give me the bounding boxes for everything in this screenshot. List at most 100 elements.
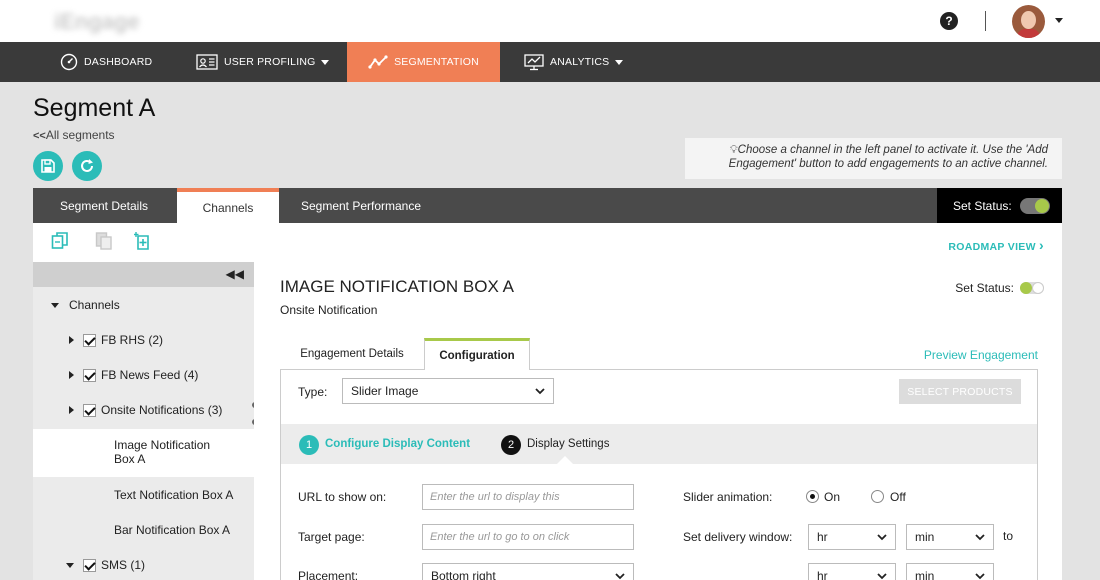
caret-right-icon[interactable] bbox=[69, 336, 74, 344]
caret-down-icon[interactable] bbox=[66, 562, 74, 568]
type-select-value: Slider Image bbox=[351, 384, 419, 398]
copy-icon[interactable] bbox=[51, 231, 69, 251]
select-products-button[interactable]: SELECT PRODUCTS bbox=[899, 379, 1021, 404]
trend-line-icon bbox=[368, 55, 388, 69]
segment-tabs: Segment Details Channels Segment Perform… bbox=[33, 188, 1062, 223]
step-2-number[interactable]: 2 bbox=[501, 435, 521, 455]
step-pointer bbox=[557, 456, 573, 464]
selection-pointer bbox=[238, 438, 250, 458]
chevron-down-icon bbox=[877, 573, 887, 580]
refresh-button[interactable] bbox=[72, 151, 102, 181]
nav-item-user-profiling[interactable]: USER PROFILING bbox=[196, 42, 330, 82]
tree-item-bar-notification-box-a[interactable]: Bar Notification Box A bbox=[33, 522, 254, 538]
save-button[interactable] bbox=[33, 151, 63, 181]
save-icon bbox=[41, 159, 55, 173]
double-chevron-left-icon: << bbox=[33, 130, 46, 142]
url-input[interactable]: Enter the url to display this bbox=[422, 484, 634, 510]
nav-label: ANALYTICS bbox=[550, 56, 610, 68]
nav-item-dashboard[interactable]: DASHBOARD bbox=[60, 42, 152, 82]
tab-segment-performance[interactable]: Segment Performance bbox=[283, 188, 439, 223]
nav-item-analytics[interactable]: ANALYTICS bbox=[524, 42, 624, 82]
chevron-right-icon: › bbox=[1039, 237, 1044, 253]
tree-item-fb-rhs[interactable]: FB RHS (2) bbox=[33, 332, 254, 348]
help-icon[interactable]: ? bbox=[940, 12, 958, 30]
id-card-icon bbox=[196, 54, 218, 70]
header-divider bbox=[985, 11, 986, 31]
tree-item-onsite-notifications[interactable]: Onsite Notifications (3) bbox=[33, 402, 254, 418]
collapse-panel-icon[interactable]: ◀◀ bbox=[226, 267, 244, 281]
placement-select[interactable]: Bottom right bbox=[422, 563, 634, 580]
roadmap-view-link[interactable]: ROADMAP VIEW › bbox=[948, 237, 1044, 253]
chevron-down-icon bbox=[535, 388, 545, 395]
engagement-status-toggle[interactable] bbox=[1020, 282, 1044, 294]
chevron-down-icon bbox=[321, 59, 330, 65]
channel-checkbox[interactable] bbox=[83, 558, 96, 572]
delivery-end-hour-select[interactable]: hr bbox=[808, 563, 896, 580]
hr-value: hr bbox=[817, 569, 828, 580]
to-label: to bbox=[1003, 529, 1014, 543]
caret-right-icon[interactable] bbox=[69, 406, 74, 414]
engagement-status: Set Status: bbox=[955, 281, 1044, 295]
channel-checkbox[interactable] bbox=[83, 333, 96, 347]
preview-engagement-link[interactable]: Preview Engagement bbox=[924, 348, 1038, 362]
tree-item-sms[interactable]: SMS (1) bbox=[33, 557, 254, 573]
nav-item-segmentation[interactable]: SEGMENTATION bbox=[347, 42, 500, 82]
step-2-label[interactable]: Display Settings bbox=[527, 438, 609, 450]
target-page-label: Target page: bbox=[298, 530, 365, 544]
paste-icon[interactable] bbox=[95, 231, 113, 251]
back-link-label: All segments bbox=[45, 128, 115, 142]
engagement-title: IMAGE NOTIFICATION BOX A bbox=[280, 277, 514, 296]
brand-logo[interactable]: iEngage bbox=[54, 9, 140, 35]
engagement-detail-panel: IMAGE NOTIFICATION BOX A Onsite Notifica… bbox=[254, 262, 1062, 580]
chevron-down-icon bbox=[877, 534, 887, 541]
lightbulb-icon: 💡︎ bbox=[729, 144, 738, 156]
step-1-number[interactable]: 1 bbox=[299, 435, 319, 455]
delivery-start-hour-select[interactable]: hr bbox=[808, 524, 896, 550]
hint-text: Choose a channel in the left panel to ac… bbox=[728, 144, 1048, 170]
tree-item-text-notification-box-a[interactable]: Text Notification Box A bbox=[33, 487, 254, 503]
caret-down-icon[interactable] bbox=[51, 302, 59, 308]
nav-label: USER PROFILING bbox=[224, 56, 316, 68]
nav-label: DASHBOARD bbox=[84, 56, 153, 68]
tree-item-fb-news-feed[interactable]: FB News Feed (4) bbox=[33, 367, 254, 383]
slider-animation-off-radio[interactable] bbox=[871, 490, 884, 503]
collapse-panel-bar: ◀◀ bbox=[33, 262, 254, 287]
target-page-input[interactable]: Enter the url to go to on click bbox=[422, 524, 634, 550]
caret-right-icon[interactable] bbox=[69, 371, 74, 379]
tab-channels[interactable]: Channels bbox=[177, 188, 279, 223]
subtab-engagement-details[interactable]: Engagement Details bbox=[290, 338, 414, 370]
type-select[interactable]: Slider Image bbox=[342, 378, 554, 404]
user-avatar[interactable] bbox=[1012, 5, 1045, 38]
hr-value: hr bbox=[817, 530, 828, 544]
tree-root-channels[interactable]: Channels bbox=[33, 297, 254, 313]
off-label: Off bbox=[890, 490, 906, 504]
tree-item-image-notification-box-a[interactable]: Image Notification Box A bbox=[33, 429, 254, 477]
segment-status: Set Status: bbox=[937, 188, 1062, 223]
chevron-down-icon bbox=[975, 573, 985, 580]
on-label: On bbox=[824, 490, 841, 504]
dashboard-icon bbox=[60, 53, 78, 71]
step-1-label[interactable]: Configure Display Content bbox=[325, 438, 470, 450]
min-value: min bbox=[915, 569, 935, 580]
page-title: Segment A bbox=[33, 94, 156, 122]
url-label: URL to show on: bbox=[298, 490, 387, 504]
configuration-panel: Type: Slider Image SELECT PRODUCTS 1 Con… bbox=[280, 369, 1038, 580]
tree-label-continued: Box A bbox=[114, 452, 146, 466]
subtab-configuration[interactable]: Configuration bbox=[424, 338, 530, 370]
chevron-down-icon[interactable] bbox=[1055, 18, 1063, 23]
back-to-segments-link[interactable]: <<All segments bbox=[33, 128, 115, 142]
delivery-end-minute-select[interactable]: min bbox=[906, 563, 994, 580]
segment-status-toggle[interactable] bbox=[1019, 197, 1050, 214]
delivery-start-minute-select[interactable]: min bbox=[906, 524, 994, 550]
tree-label: FB News Feed (4) bbox=[101, 368, 199, 382]
target-placeholder: Enter the url to go to on click bbox=[430, 531, 570, 543]
top-bar: iEngage ? bbox=[0, 0, 1100, 42]
delivery-window-label: Set delivery window: bbox=[683, 530, 793, 544]
slider-animation-on-radio[interactable] bbox=[806, 490, 819, 503]
channel-toolbar: ROADMAP VIEW › bbox=[33, 223, 1062, 262]
add-engagement-icon[interactable] bbox=[134, 231, 152, 251]
channel-checkbox[interactable] bbox=[83, 403, 96, 417]
channel-checkbox[interactable] bbox=[83, 368, 96, 382]
refresh-icon bbox=[81, 159, 93, 172]
tab-segment-details[interactable]: Segment Details bbox=[33, 188, 175, 223]
